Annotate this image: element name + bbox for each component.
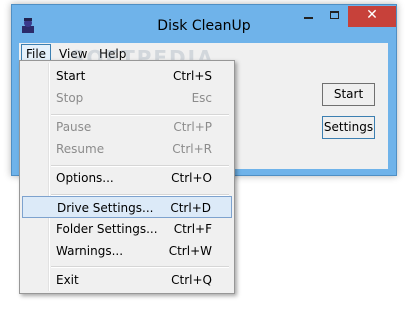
- menu-item-shortcut: Ctrl+F: [173, 222, 212, 236]
- menu-item-shortcut: Ctrl+O: [171, 171, 212, 185]
- menu-item-label: Start: [56, 69, 86, 83]
- menu-item-resume[interactable]: Resume Ctrl+R: [22, 138, 232, 160]
- settings-button[interactable]: Settings: [322, 116, 375, 139]
- menu-item-label: Options...: [56, 171, 114, 185]
- menu-item-shortcut: Ctrl+D: [170, 201, 211, 215]
- menu-item-folder-settings[interactable]: Folder Settings... Ctrl+F: [22, 218, 232, 240]
- maximize-icon: [330, 11, 339, 19]
- menu-item-shortcut: Esc: [191, 91, 212, 105]
- file-menu-dropdown: Start Ctrl+S Stop Esc Pause Ctrl+P Resum…: [19, 60, 235, 294]
- menu-item-shortcut: Ctrl+P: [173, 120, 212, 134]
- minimize-button[interactable]: [295, 6, 322, 27]
- menu-item-exit[interactable]: Exit Ctrl+Q: [22, 269, 232, 291]
- menu-item-shortcut: Ctrl+W: [168, 244, 212, 258]
- menu-item-label: Warnings...: [56, 244, 124, 258]
- menu-item-label: Exit: [56, 273, 79, 287]
- start-button[interactable]: Start: [322, 83, 375, 106]
- close-icon: ✕: [366, 7, 378, 23]
- menu-item-start[interactable]: Start Ctrl+S: [22, 65, 232, 87]
- menu-item-options[interactable]: Options... Ctrl+O: [22, 167, 232, 189]
- menu-item-shortcut: Ctrl+R: [172, 142, 212, 156]
- menu-item-shortcut: Ctrl+S: [172, 69, 212, 83]
- menu-separator: [51, 266, 229, 268]
- menu-item-drive-settings[interactable]: Drive Settings... Ctrl+D: [22, 196, 232, 218]
- menu-item-label: Drive Settings...: [57, 201, 154, 215]
- title-bar[interactable]: Disk CleanUp ✕: [12, 5, 396, 41]
- menu-item-label: Stop: [56, 91, 84, 105]
- minimize-icon: [304, 17, 313, 19]
- menu-item-stop[interactable]: Stop Esc: [22, 87, 232, 109]
- close-button[interactable]: ✕: [348, 6, 396, 27]
- menu-item-label: Folder Settings...: [56, 222, 158, 236]
- menu-item-label: Resume: [56, 142, 105, 156]
- menu-item-warnings[interactable]: Warnings... Ctrl+W: [22, 240, 232, 262]
- menu-item-shortcut: Ctrl+Q: [171, 273, 212, 287]
- menu-item-pause[interactable]: Pause Ctrl+P: [22, 116, 232, 138]
- menu-item-label: Pause: [56, 120, 92, 134]
- maximize-button[interactable]: [322, 6, 348, 27]
